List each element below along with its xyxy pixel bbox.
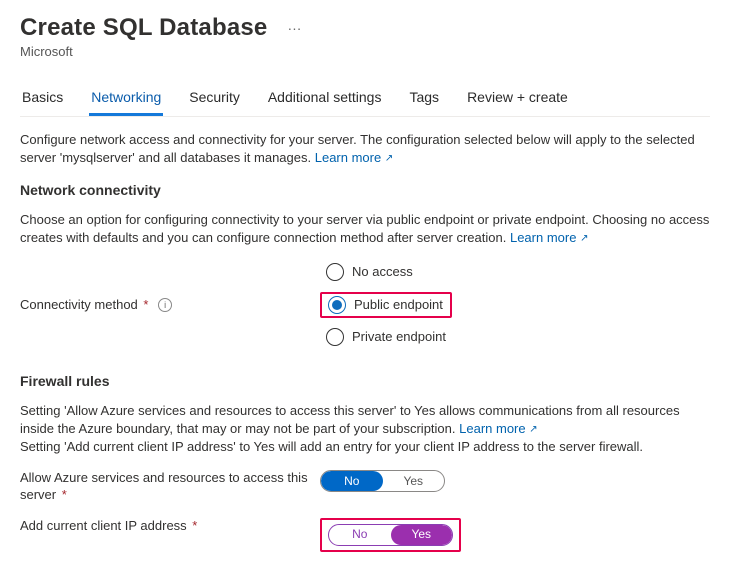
allow-azure-services-toggle-wrap: No Yes xyxy=(320,470,445,492)
radio-private-endpoint[interactable]: Private endpoint xyxy=(320,326,452,348)
radio-label: Public endpoint xyxy=(354,296,443,314)
radio-no-access[interactable]: No access xyxy=(320,261,452,283)
toggle-no[interactable]: No xyxy=(329,525,391,545)
tab-security[interactable]: Security xyxy=(187,83,242,116)
add-client-ip-toggle-wrap: No Yes xyxy=(320,518,461,552)
required-asterisk: * xyxy=(140,297,149,312)
tab-tags[interactable]: Tags xyxy=(407,83,441,116)
connectivity-method-label: Connectivity method * i xyxy=(20,296,320,314)
tabs-bar: Basics Networking Security Additional se… xyxy=(20,83,710,117)
allow-azure-services-toggle[interactable]: No Yes xyxy=(320,470,445,492)
add-client-ip-label: Add current client IP address * xyxy=(20,518,320,535)
intro-learn-more-link[interactable]: Learn more ↗ xyxy=(315,150,394,165)
firewall-desc: Setting 'Allow Azure services and resour… xyxy=(20,402,710,457)
radio-circle-icon xyxy=(326,328,344,346)
intro-text: Configure network access and connectivit… xyxy=(20,131,710,167)
required-asterisk: * xyxy=(189,518,198,533)
external-link-icon: ↗ xyxy=(580,233,588,244)
tab-additional-settings[interactable]: Additional settings xyxy=(266,83,384,116)
toggle-yes[interactable]: Yes xyxy=(383,471,445,491)
required-asterisk: * xyxy=(58,487,67,502)
connectivity-radio-group: No access Public endpoint Private endpoi… xyxy=(320,261,452,348)
external-link-icon: ↗ xyxy=(529,424,537,435)
connectivity-desc: Choose an option for configuring connect… xyxy=(20,211,710,247)
publisher-label: Microsoft xyxy=(20,44,710,59)
toggle-no[interactable]: No xyxy=(321,471,383,491)
radio-label: Private endpoint xyxy=(352,328,446,346)
radio-label: No access xyxy=(352,263,413,281)
add-client-ip-toggle[interactable]: No Yes xyxy=(328,524,453,546)
external-link-icon: ↗ xyxy=(385,153,393,164)
firewall-learn-more-link[interactable]: Learn more ↗ xyxy=(459,421,538,436)
section-network-connectivity: Network connectivity xyxy=(20,181,710,201)
radio-public-endpoint[interactable]: Public endpoint xyxy=(320,292,452,318)
toggle-yes[interactable]: Yes xyxy=(391,525,453,545)
allow-azure-services-label: Allow Azure services and resources to ac… xyxy=(20,470,320,504)
tab-review-create[interactable]: Review + create xyxy=(465,83,570,116)
tab-networking[interactable]: Networking xyxy=(89,83,163,116)
more-icon[interactable]: ··· xyxy=(283,20,301,36)
radio-circle-icon xyxy=(326,263,344,281)
connectivity-learn-more-link[interactable]: Learn more ↗ xyxy=(510,230,589,245)
page-title: Create SQL Database xyxy=(20,14,267,42)
tab-basics[interactable]: Basics xyxy=(20,83,65,116)
section-firewall-rules: Firewall rules xyxy=(20,372,710,392)
radio-circle-icon xyxy=(328,296,346,314)
info-icon[interactable]: i xyxy=(158,298,172,312)
